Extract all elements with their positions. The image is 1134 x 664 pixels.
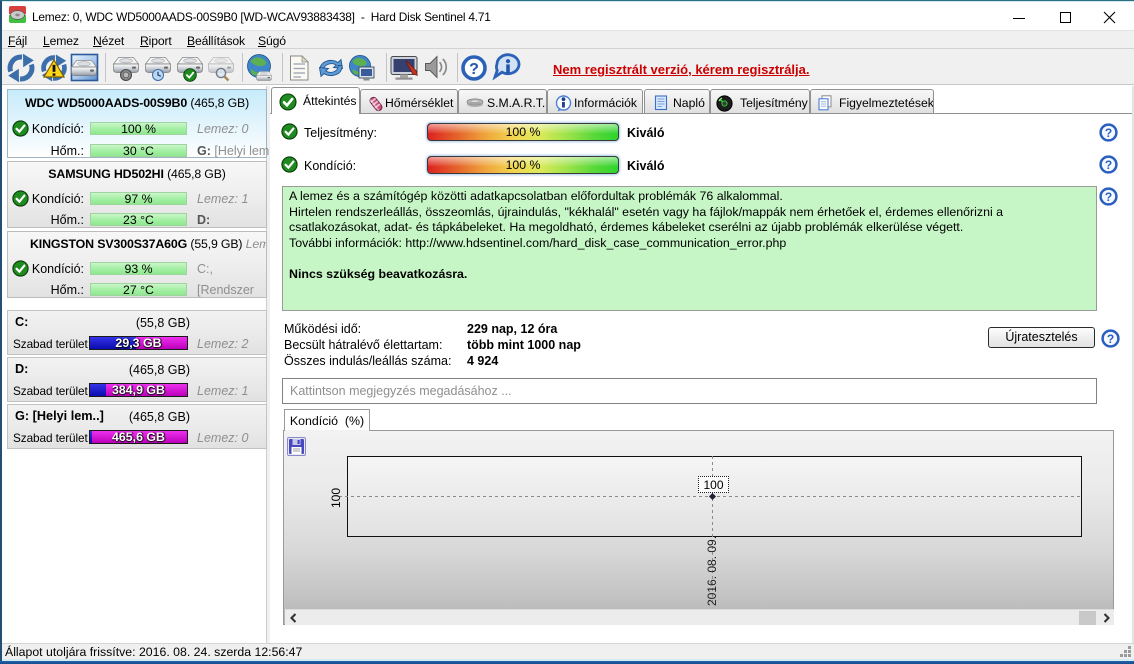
svg-text:?: ? — [1105, 126, 1112, 140]
svg-text:?: ? — [1107, 332, 1114, 346]
svg-text:?: ? — [469, 61, 479, 78]
svg-text:?: ? — [1105, 190, 1112, 204]
svg-text:?: ? — [1105, 158, 1112, 172]
